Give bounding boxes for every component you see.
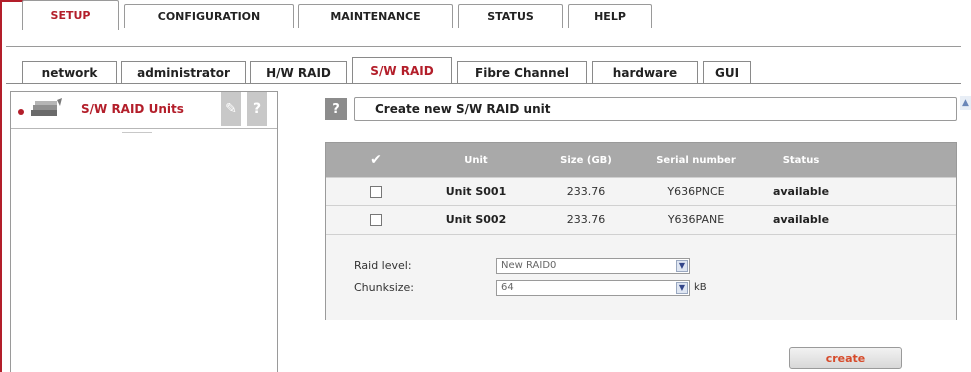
column-size: Size (GB) xyxy=(560,154,612,166)
left-panel-help-button[interactable]: ? xyxy=(247,92,267,126)
raid-drives-icon xyxy=(31,98,62,116)
unit-name: Unit S002 xyxy=(445,213,507,226)
left-panel-title: S/W RAID Units xyxy=(81,102,184,116)
unit-size: 233.76 xyxy=(566,213,606,226)
row-checkbox[interactable] xyxy=(370,213,382,226)
unit-serial: Y636PNCE xyxy=(667,185,725,198)
row-checkbox[interactable] xyxy=(370,185,382,198)
chunksize-unit: kB xyxy=(694,282,707,293)
wrench-icon[interactable]: ✎ xyxy=(221,92,241,126)
chunksize-value: 64 xyxy=(501,282,514,293)
create-unit-header: Create new S/W RAID unit xyxy=(354,97,957,121)
chevron-down-icon[interactable]: ▼ xyxy=(676,260,688,272)
table-row: Unit S001 233.76 Y636PNCE available xyxy=(326,177,956,205)
subtab-fibre-channel[interactable]: Fibre Channel xyxy=(457,61,587,83)
tab-configuration[interactable]: CONFIGURATION xyxy=(124,4,294,28)
left-panel-header[interactable]: S/W RAID Units ✎ ? xyxy=(11,92,277,129)
unit-status: available xyxy=(772,185,830,198)
chunksize-select[interactable]: 64 ▼ xyxy=(496,280,690,296)
page-title: Create new S/W RAID unit xyxy=(375,102,551,116)
subtab-hw-raid[interactable]: H/W RAID xyxy=(250,61,347,83)
raid-level-label: Raid level: xyxy=(354,259,412,272)
raid-options-form: Raid level: New RAID0 ▼ Chunksize: 64 ▼ … xyxy=(326,234,956,320)
subtab-administrator[interactable]: administrator xyxy=(121,61,246,83)
chevron-down-icon[interactable]: ▼ xyxy=(676,282,688,294)
tab-maintenance[interactable]: MAINTENANCE xyxy=(298,4,453,28)
raid-level-value: New RAID0 xyxy=(501,260,557,271)
sub-tabs-divider xyxy=(6,83,961,84)
unit-name: Unit S001 xyxy=(445,185,507,198)
tab-status[interactable]: STATUS xyxy=(458,4,563,28)
panel-grip xyxy=(122,132,152,133)
chunksize-label: Chunksize: xyxy=(354,281,415,294)
column-status: Status xyxy=(782,154,820,166)
unit-serial: Y636PANE xyxy=(667,213,725,226)
unit-size: 233.76 xyxy=(566,185,606,198)
top-tabs-divider xyxy=(6,46,961,47)
column-serial: Serial number xyxy=(656,154,736,166)
unit-status: available xyxy=(772,213,830,226)
tab-help[interactable]: HELP xyxy=(568,4,652,28)
raid-level-select[interactable]: New RAID0 ▼ xyxy=(496,258,690,274)
frame-left-border xyxy=(0,0,2,372)
subtab-sw-raid[interactable]: S/W RAID xyxy=(352,57,452,83)
main-help-button[interactable]: ? xyxy=(325,98,347,120)
raid-units-table: ✔ Unit Size (GB) Serial number Status Un… xyxy=(325,142,957,320)
scroll-up-icon[interactable]: ▲ xyxy=(960,96,971,110)
column-check-icon: ✔ xyxy=(370,151,382,168)
table-header: ✔ Unit Size (GB) Serial number Status xyxy=(326,143,956,177)
subtab-network[interactable]: network xyxy=(22,61,117,83)
left-panel: S/W RAID Units ✎ ? xyxy=(10,91,278,372)
create-button[interactable]: create xyxy=(789,347,902,369)
subtab-hardware[interactable]: hardware xyxy=(592,61,698,83)
column-unit: Unit xyxy=(464,154,488,166)
subtab-gui[interactable]: GUI xyxy=(703,61,751,83)
table-row: Unit S002 233.76 Y636PANE available xyxy=(326,205,956,233)
tab-setup[interactable]: SETUP xyxy=(22,0,119,30)
selected-bullet-icon xyxy=(18,109,24,115)
